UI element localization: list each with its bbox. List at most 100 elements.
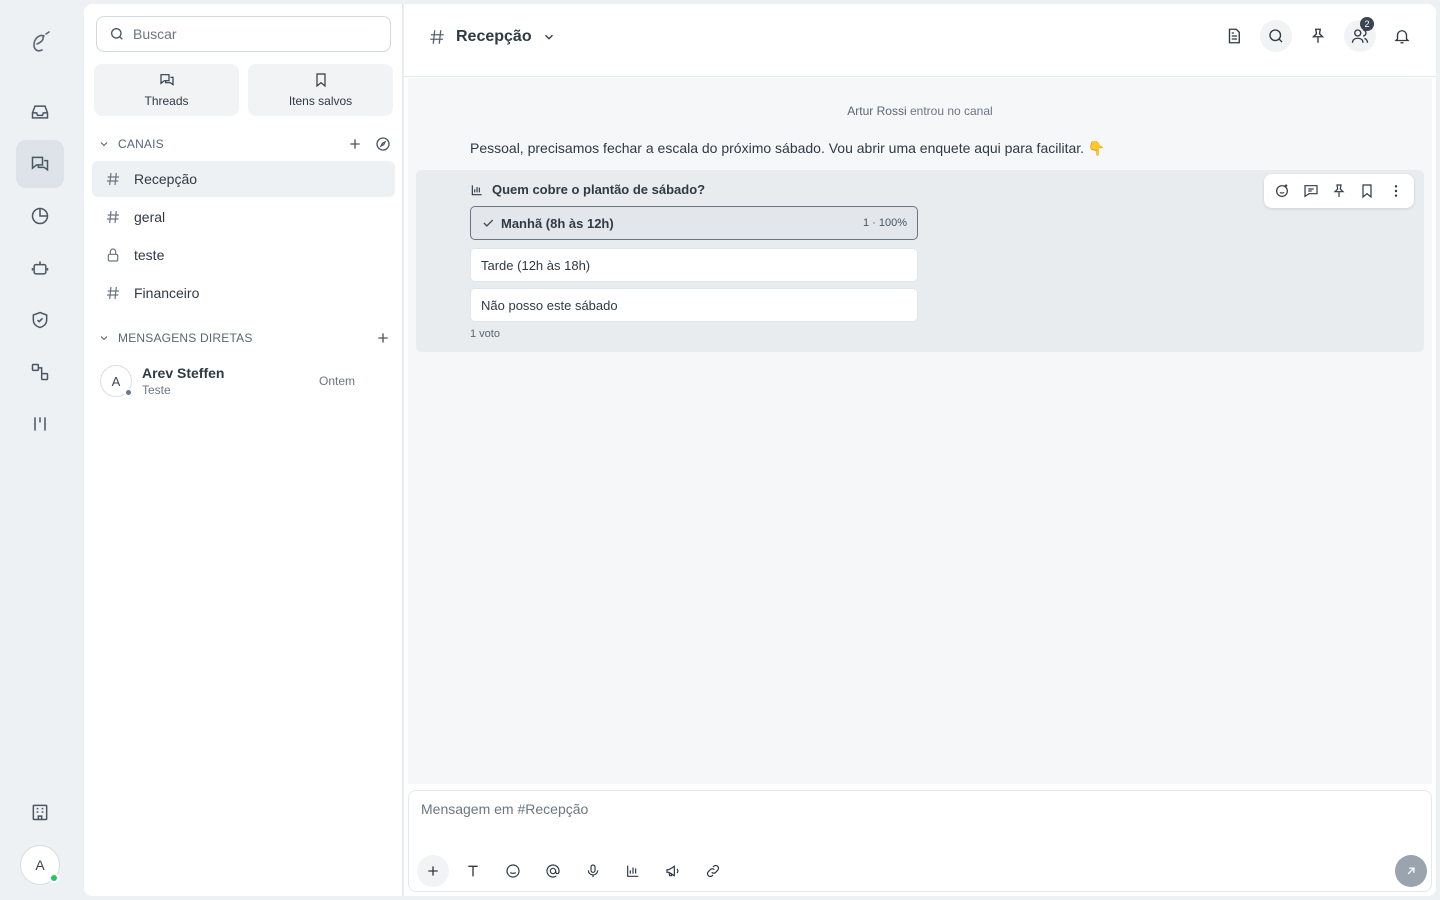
hash-icon [428, 28, 446, 46]
emoji-icon [505, 863, 521, 879]
channel-title-button[interactable]: Recepção [428, 28, 556, 46]
channel-label: Financeiro [134, 285, 200, 301]
system-message-text: entrou no canal [909, 104, 993, 118]
app-rail: A [0, 0, 80, 900]
search-icon [1267, 27, 1285, 45]
bookmark-icon [313, 72, 329, 88]
channel-files-button[interactable] [1218, 20, 1250, 52]
direct-messages-section-header[interactable]: MENSAGENS DIRETAS [98, 326, 391, 350]
add-dm-icon[interactable] [375, 330, 391, 346]
at-sign-icon [545, 863, 561, 879]
dm-timestamp: Ontem [318, 374, 355, 388]
message-input[interactable]: Mensagem em #Recepção [421, 801, 588, 817]
channels-section-header[interactable]: CANAIS [98, 132, 391, 156]
check-icon [481, 216, 495, 230]
reply-thread-icon[interactable] [1303, 183, 1319, 199]
send-button[interactable] [1395, 855, 1427, 887]
poll-option[interactable]: Tarde (12h às 18h) [470, 248, 918, 282]
pinned-messages-button[interactable] [1302, 20, 1334, 52]
bell-icon [1393, 27, 1411, 45]
poll-option[interactable]: Manhã (8h às 12h) 1 · 100% [470, 206, 918, 240]
sidebar: Buscar Threads Itens salvos CANAIS Recep… [84, 4, 403, 896]
notifications-button[interactable] [1386, 20, 1418, 52]
explore-channels-icon[interactable] [375, 136, 391, 152]
poll-chart-icon [470, 183, 484, 197]
chevron-down-icon[interactable] [98, 138, 110, 150]
poll-option[interactable]: Não posso este sábado [470, 288, 918, 322]
channel-item-financeiro[interactable]: Financeiro [92, 275, 395, 311]
reports-icon[interactable] [16, 192, 64, 240]
create-poll-button[interactable] [617, 855, 649, 887]
poll-option-result: 1 · 100% [862, 217, 907, 229]
attach-button[interactable] [417, 855, 449, 887]
search-placeholder: Buscar [133, 26, 177, 42]
channel-search-button[interactable] [1260, 20, 1292, 52]
channel-label: geral [134, 209, 166, 225]
building-icon[interactable] [16, 788, 64, 836]
dm-item-arev-steffen[interactable]: A Arev Steffen Teste Ontem [100, 362, 387, 400]
inbox-icon[interactable] [16, 88, 64, 136]
channel-item-teste[interactable]: teste [92, 237, 395, 273]
message-text: Pessoal, precisamos fechar a escala do p… [470, 140, 1106, 156]
add-channel-icon[interactable] [347, 136, 363, 152]
lock-icon [104, 247, 122, 263]
direct-messages-section-title: MENSAGENS DIRETAS [118, 331, 253, 345]
avatar: A [100, 365, 133, 397]
threads-button[interactable]: Threads [94, 64, 239, 116]
send-arrow-icon [1404, 864, 1418, 878]
poll-option-label: Manhã (8h às 12h) [501, 215, 614, 231]
saved-items-button[interactable]: Itens salvos [248, 64, 393, 116]
text-format-button[interactable] [457, 855, 489, 887]
announcement-button[interactable] [657, 855, 689, 887]
search-input[interactable]: Buscar [96, 16, 391, 52]
kanban-icon[interactable] [16, 400, 64, 448]
channel-item-recepcao[interactable]: Recepção [92, 161, 395, 197]
link-button[interactable] [697, 855, 729, 887]
chats-icon[interactable] [16, 140, 64, 188]
add-reaction-icon[interactable] [1274, 183, 1290, 199]
poll-option-label: Tarde (12h às 18h) [481, 257, 591, 273]
poll-question-text: Quem cobre o plantão de sábado? [492, 182, 706, 197]
poll-question: Quem cobre o plantão de sábado? [470, 182, 705, 197]
pin-icon[interactable] [1331, 183, 1347, 199]
more-vertical-icon[interactable] [1388, 183, 1404, 199]
system-message-user[interactable]: Artur Rossi [847, 104, 906, 118]
microphone-icon [585, 863, 601, 879]
avatar-initial: A [111, 373, 121, 389]
integrations-icon[interactable] [16, 348, 64, 396]
channel-header: Recepção 2 [404, 4, 1436, 77]
mention-button[interactable] [537, 855, 569, 887]
channel-item-geral[interactable]: geral [92, 199, 395, 235]
members-button[interactable]: 2 [1344, 17, 1376, 52]
status-dot [124, 388, 133, 397]
message-actions-toolbar [1264, 174, 1414, 208]
plus-icon [425, 863, 441, 879]
text-format-icon [465, 863, 481, 879]
document-icon [1225, 27, 1243, 45]
channel-title: Recepção [456, 28, 532, 45]
message-composer[interactable]: Mensagem em #Recepção [408, 790, 1432, 892]
chevron-down-icon [542, 30, 556, 44]
bookmark-icon[interactable] [1359, 183, 1375, 199]
dm-name: Arev Steffen [142, 365, 225, 381]
threads-label: Threads [144, 94, 189, 108]
chevron-down-icon[interactable] [98, 332, 110, 344]
user-avatar-initial: A [35, 857, 45, 873]
app-logo-icon[interactable] [28, 30, 52, 58]
user-avatar[interactable]: A [20, 845, 60, 885]
megaphone-icon [665, 863, 681, 879]
hash-icon [104, 285, 122, 301]
channel-label: teste [134, 247, 165, 263]
emoji-button[interactable] [497, 855, 529, 887]
channel-label: Recepção [134, 171, 198, 187]
system-message: Artur Rossi entrou no canal [408, 104, 1432, 118]
message-list[interactable]: Artur Rossi entrou no canal Pessoal, pre… [408, 78, 1432, 784]
bot-icon[interactable] [16, 244, 64, 292]
shield-icon[interactable] [16, 296, 64, 344]
hash-icon [104, 171, 122, 187]
poll-vote-count: 1 voto [470, 328, 500, 340]
members-count-badge: 2 [1360, 17, 1374, 31]
poll-message[interactable]: Quem cobre o plantão de sábado? Manhã (8… [416, 170, 1424, 352]
audio-record-button[interactable] [577, 855, 609, 887]
channels-section-title: CANAIS [118, 137, 164, 151]
